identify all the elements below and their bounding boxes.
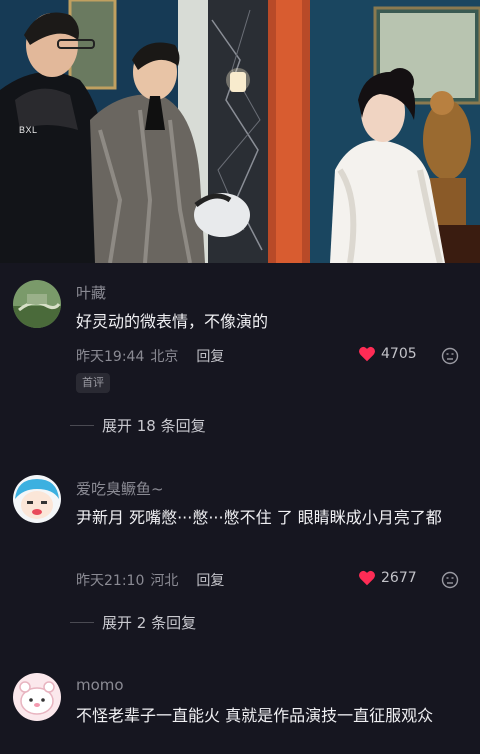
user-avatar[interactable]	[13, 475, 61, 523]
heart-icon	[359, 570, 375, 586]
comment-location: 北京	[150, 349, 179, 365]
video-watermark: BXL	[19, 125, 38, 135]
like-count: 2677	[381, 570, 417, 586]
comment-text: 不怪老辈子一直能火 真就是作品演技一直征服观众	[76, 706, 434, 725]
user-avatar[interactable]	[13, 280, 61, 328]
comment-meta: 昨天21:10 河北 回复	[76, 570, 224, 590]
divider-line	[70, 622, 94, 623]
expand-replies-button[interactable]: 展开 18 条回复	[70, 415, 206, 436]
comment-time: 昨天19:44	[76, 349, 145, 365]
cartoon-pink-avatar-icon	[13, 673, 61, 721]
video-frame-image	[0, 0, 480, 263]
comment-time: 昨天21:10	[76, 573, 145, 589]
user-avatar[interactable]	[13, 673, 61, 721]
reply-button[interactable]: 回复	[196, 570, 224, 590]
comment-location: 河北	[150, 573, 179, 589]
comment-username[interactable]: 爱吃臭鳜鱼~	[76, 478, 164, 499]
cartoon-blue-hair-avatar-icon	[13, 475, 61, 523]
reply-button[interactable]: 回复	[196, 346, 224, 366]
expand-replies-button[interactable]: 展开 2 条回复	[70, 612, 196, 633]
dislike-face-icon[interactable]	[441, 347, 459, 365]
comment-text: 尹新月 死嘴憋···憋···憋不住 了 眼睛眯成小月亮了都	[76, 508, 442, 527]
like-button[interactable]: 4705	[358, 346, 417, 362]
like-button[interactable]: 2677	[358, 570, 417, 586]
video-player[interactable]: BXL	[0, 0, 480, 263]
expand-replies-label: 展开 2 条回复	[102, 614, 197, 632]
dislike-face-icon[interactable]	[441, 571, 459, 589]
heart-icon	[359, 346, 375, 362]
comment-username[interactable]: 叶藏	[76, 282, 106, 303]
first-comment-badge: 首评	[76, 373, 110, 393]
expand-replies-label: 展开 18 条回复	[102, 417, 206, 435]
comment-text: 好灵动的微表情，不像演的	[76, 312, 269, 331]
divider-line	[70, 425, 94, 426]
landscape-avatar-icon	[13, 280, 61, 328]
comment-username[interactable]: momo	[76, 676, 124, 694]
like-count: 4705	[381, 346, 417, 362]
comment-meta: 昨天19:44 北京 回复	[76, 346, 224, 366]
comment-list[interactable]: 叶藏 好灵动的微表情，不像演的 昨天19:44 北京 回复 4705 首评 展开…	[0, 263, 480, 754]
